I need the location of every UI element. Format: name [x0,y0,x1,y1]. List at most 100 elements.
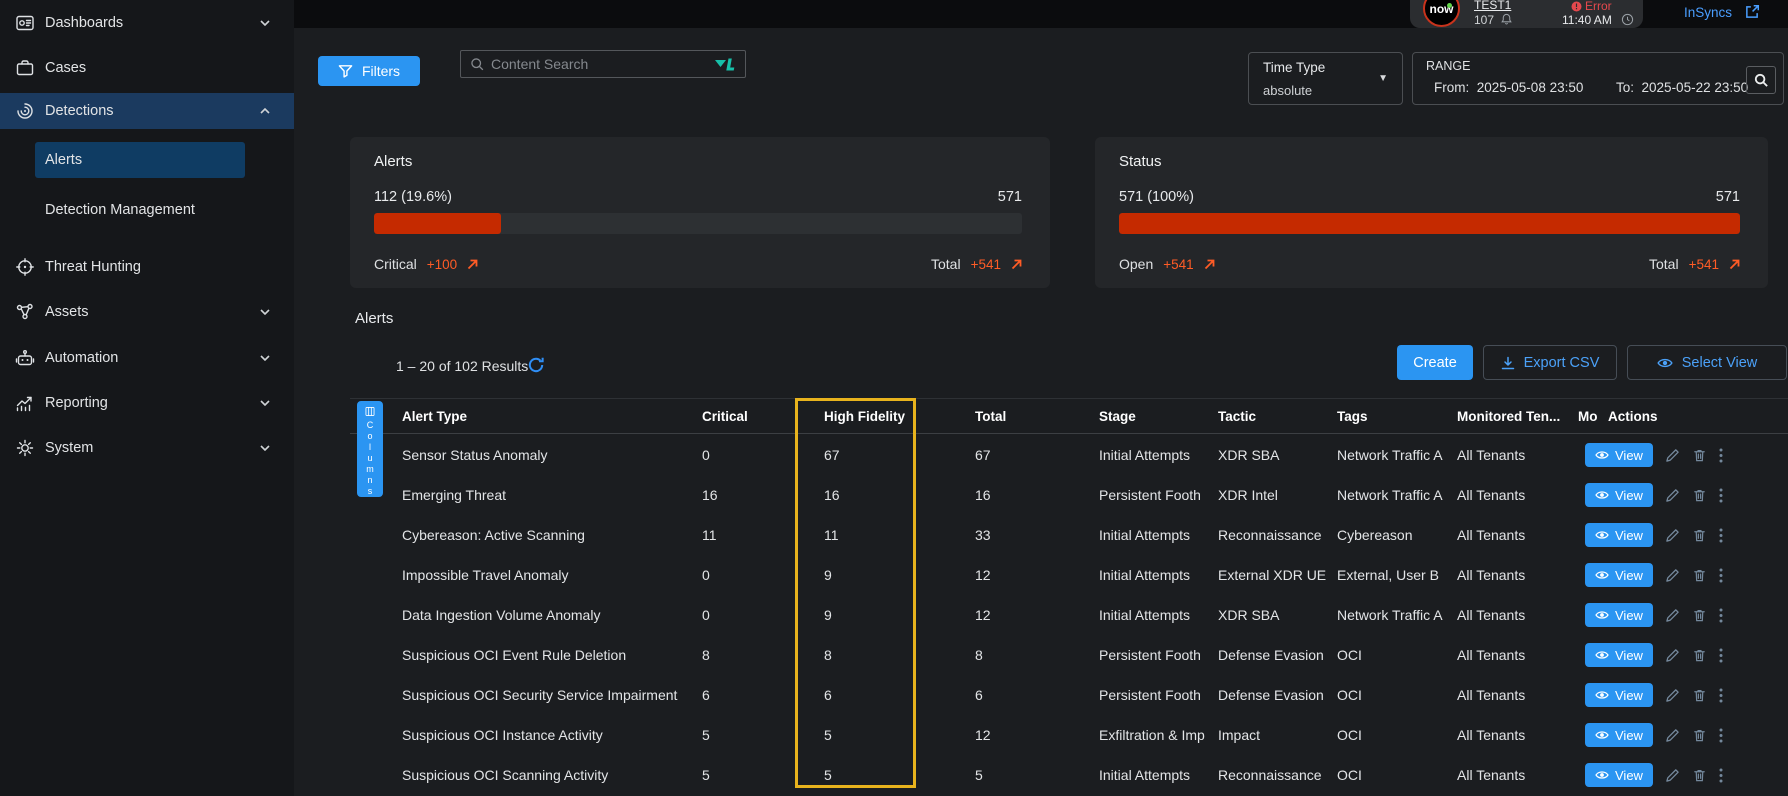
delete-button[interactable] [1692,728,1707,743]
cell-alert-type[interactable]: Impossible Travel Anomaly [350,567,695,583]
delete-button[interactable] [1692,448,1707,463]
edit-button[interactable] [1665,528,1680,543]
tenant-name[interactable]: TEST1 [1474,0,1511,12]
cell-alert-type[interactable]: Suspicious OCI Security Service Impairme… [350,687,695,703]
sidebar-item-reporting[interactable]: Reporting [0,383,294,423]
create-button[interactable]: Create [1397,345,1473,380]
delete-button[interactable] [1692,528,1707,543]
table-row[interactable]: Emerging Threat 16 16 16 Persistent Foot… [350,475,1788,515]
edit-button[interactable] [1665,568,1680,583]
edit-button[interactable] [1665,688,1680,703]
table-row[interactable]: Suspicious OCI Scanning Activity 5 5 5 I… [350,755,1788,795]
cell-alert-type[interactable]: Suspicious OCI Instance Activity [350,727,695,743]
column-header-critical[interactable]: Critical [695,399,815,433]
edit-button[interactable] [1665,728,1680,743]
column-header-total[interactable]: Total [965,399,1085,433]
more-actions-button[interactable] [1719,488,1723,503]
more-actions-button[interactable] [1719,768,1723,783]
more-actions-button[interactable] [1719,728,1723,743]
range-search-button[interactable] [1746,66,1776,94]
view-button[interactable]: View [1585,723,1653,747]
view-button[interactable]: View [1585,683,1653,707]
column-header-mo[interactable]: Mo [1573,399,1601,433]
table-row[interactable]: Cybereason: Active Scanning 11 11 33 Ini… [350,515,1788,555]
more-actions-button[interactable] [1719,528,1723,543]
user-session-pill[interactable]: now TEST1 107 Error 11:40 AM [1410,0,1643,28]
card-footer-left-label[interactable]: Critical [374,256,417,272]
edit-button[interactable] [1665,608,1680,623]
more-actions-button[interactable] [1719,568,1723,583]
external-link-icon[interactable] [1744,4,1760,20]
column-header-high-fidelity[interactable]: High Fidelity [815,399,965,433]
view-button[interactable]: View [1585,643,1653,667]
sidebar-item-alerts[interactable]: Alerts [35,142,245,178]
sidebar-label: Detections [45,103,114,119]
delete-button[interactable] [1692,688,1707,703]
range-to-value[interactable]: 2025-05-22 23:50 [1642,80,1749,95]
table-row[interactable]: Suspicious OCI Event Rule Deletion 8 8 8… [350,635,1788,675]
table-row[interactable]: Impossible Travel Anomaly 0 9 12 Initial… [350,555,1788,595]
sidebar-item-detections[interactable]: Detections [0,93,294,129]
cell-alert-type[interactable]: Cybereason: Active Scanning [350,527,695,543]
sidebar-item-system[interactable]: System [0,428,294,468]
sidebar-item-threat-hunting[interactable]: Threat Hunting [0,247,294,287]
sidebar-item-dashboards[interactable]: Dashboards [0,3,294,43]
delete-button[interactable] [1692,608,1707,623]
delete-button[interactable] [1692,568,1707,583]
view-button[interactable]: View [1585,523,1653,547]
column-header-stage[interactable]: Stage [1085,399,1213,433]
edit-button[interactable] [1665,448,1680,463]
chevron-up-icon [260,108,270,114]
table-row[interactable]: Sensor Status Anomaly 0 67 67 Initial At… [350,435,1788,475]
select-view-button[interactable]: Select View [1627,345,1787,380]
cell-alert-type[interactable]: Data Ingestion Volume Anomaly [350,607,695,623]
card-footer-right-label[interactable]: Total [931,256,961,272]
delete-button[interactable] [1692,768,1707,783]
insyncs-link[interactable]: InSyncs [1684,5,1732,20]
sidebar-item-assets[interactable]: Assets [0,292,294,332]
teal-brand-icon[interactable] [715,58,736,71]
more-actions-button[interactable] [1719,608,1723,623]
cell-alert-type[interactable]: Suspicious OCI Event Rule Deletion [350,647,695,663]
column-header-alert-type[interactable]: Alert Type [350,399,695,433]
content-search-input[interactable] [491,56,715,72]
time-type-dropdown[interactable]: Time Type absolute ▼ [1248,52,1403,105]
cell-alert-type[interactable]: Emerging Threat [350,487,695,503]
view-button[interactable]: View [1585,603,1653,627]
edit-button[interactable] [1665,768,1680,783]
more-actions-button[interactable] [1719,688,1723,703]
error-status: Error [1585,0,1612,13]
columns-button[interactable]: Columns [357,401,383,497]
delete-button[interactable] [1692,648,1707,663]
cell-alert-type[interactable]: Sensor Status Anomaly [350,447,695,463]
table-row[interactable]: Suspicious OCI Security Service Impairme… [350,675,1788,715]
export-csv-button[interactable]: Export CSV [1483,345,1617,380]
more-actions-button[interactable] [1719,448,1723,463]
edit-button[interactable] [1665,488,1680,503]
view-button[interactable]: View [1585,763,1653,787]
column-header-monitored-tenants[interactable]: Monitored Ten... [1452,399,1573,433]
cell-alert-type[interactable]: Suspicious OCI Scanning Activity [350,767,695,783]
sidebar-label: Dashboards [45,15,123,31]
column-header-tactic[interactable]: Tactic [1213,399,1332,433]
view-button[interactable]: View [1585,483,1653,507]
sidebar-item-detection-management[interactable]: Detection Management [35,192,245,228]
range-from-value[interactable]: 2025-05-08 23:50 [1477,80,1584,95]
view-button[interactable]: View [1585,443,1653,467]
bell-icon[interactable] [1500,13,1513,26]
more-actions-button[interactable] [1719,648,1723,663]
table-row[interactable]: Suspicious OCI Instance Activity 5 5 12 … [350,715,1788,755]
edit-button[interactable] [1665,648,1680,663]
card-footer-right-label[interactable]: Total [1649,256,1679,272]
sidebar-item-automation[interactable]: Automation [0,338,294,378]
cell-critical: 5 [695,767,815,783]
refresh-icon[interactable] [527,356,545,374]
card-footer-left-label[interactable]: Open [1119,256,1153,272]
filters-button[interactable]: Filters [318,56,420,86]
view-button[interactable]: View [1585,563,1653,587]
column-header-tags[interactable]: Tags [1332,399,1452,433]
sidebar-item-cases[interactable]: Cases [0,48,294,88]
cell-critical: 0 [695,567,815,583]
table-row[interactable]: Data Ingestion Volume Anomaly 0 9 12 Ini… [350,595,1788,635]
delete-button[interactable] [1692,488,1707,503]
